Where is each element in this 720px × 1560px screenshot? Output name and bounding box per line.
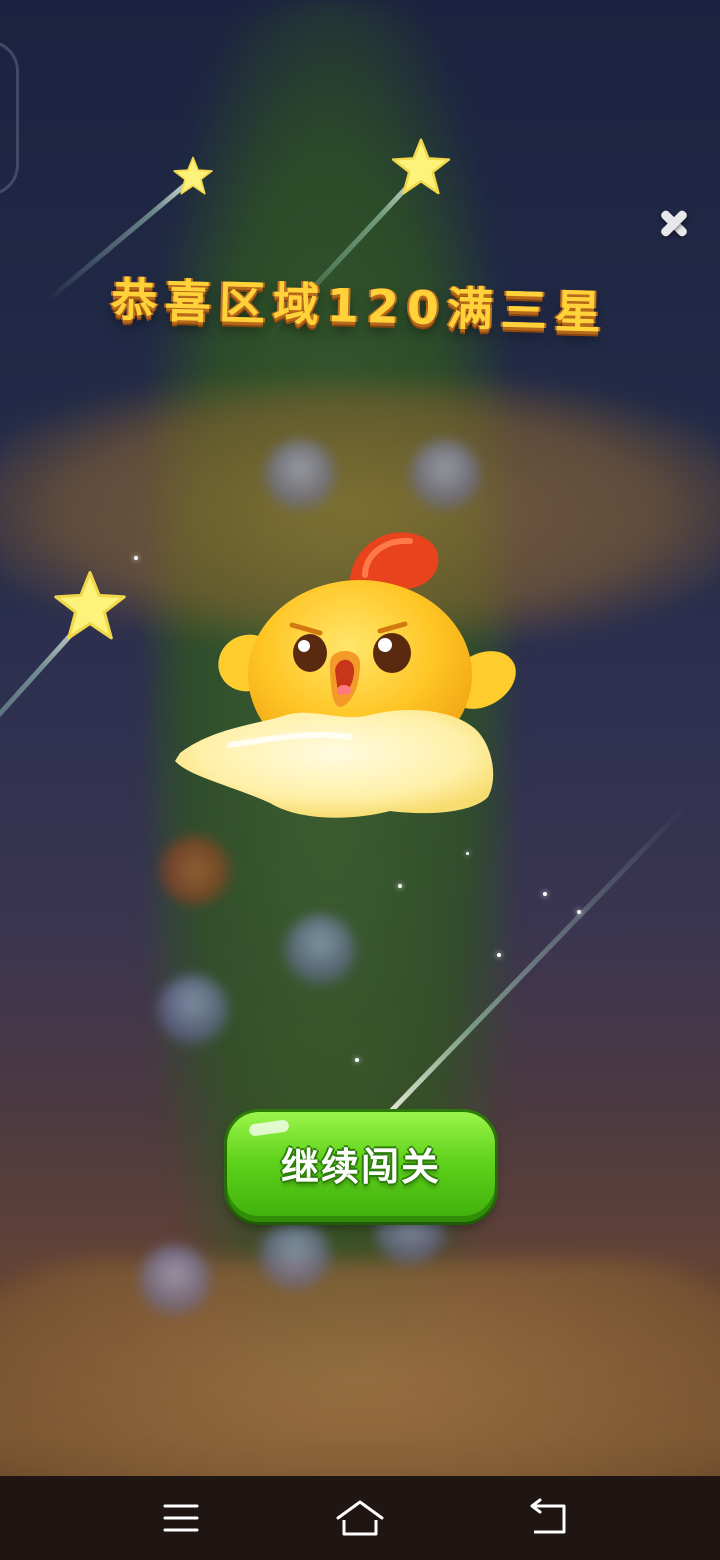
star-icon <box>391 138 451 195</box>
sparkle <box>497 953 501 957</box>
close-button[interactable] <box>654 204 694 244</box>
system-navigation-bar <box>0 1476 720 1560</box>
level-node <box>265 440 335 510</box>
level-node <box>160 835 230 905</box>
back-icon[interactable] <box>518 1492 578 1544</box>
level-node <box>285 915 355 985</box>
level-node <box>158 975 228 1045</box>
game-background: 恭喜区域120满三星 继续闯关 <box>0 0 720 1476</box>
menu-icon[interactable] <box>151 1492 211 1544</box>
continue-button[interactable]: 继续闯关 <box>227 1112 495 1222</box>
level-node <box>140 1245 210 1315</box>
sparkle <box>543 892 547 896</box>
congrats-title: 恭喜区域120满三星 <box>110 272 610 340</box>
sparkle <box>577 910 581 914</box>
sparkle <box>134 556 138 560</box>
continue-button-label: 继续闯关 <box>280 1145 441 1189</box>
sparkle <box>355 1058 359 1062</box>
home-icon[interactable] <box>330 1492 390 1544</box>
side-frame-decoration <box>0 40 19 196</box>
star-icon <box>54 571 126 640</box>
star-icon <box>173 156 213 195</box>
sparkle <box>466 852 469 855</box>
background-cloud-bottom <box>0 1260 720 1476</box>
level-node <box>410 440 480 510</box>
sparkle <box>398 884 402 888</box>
level-node <box>260 1220 330 1290</box>
chick-mascot <box>175 532 516 818</box>
